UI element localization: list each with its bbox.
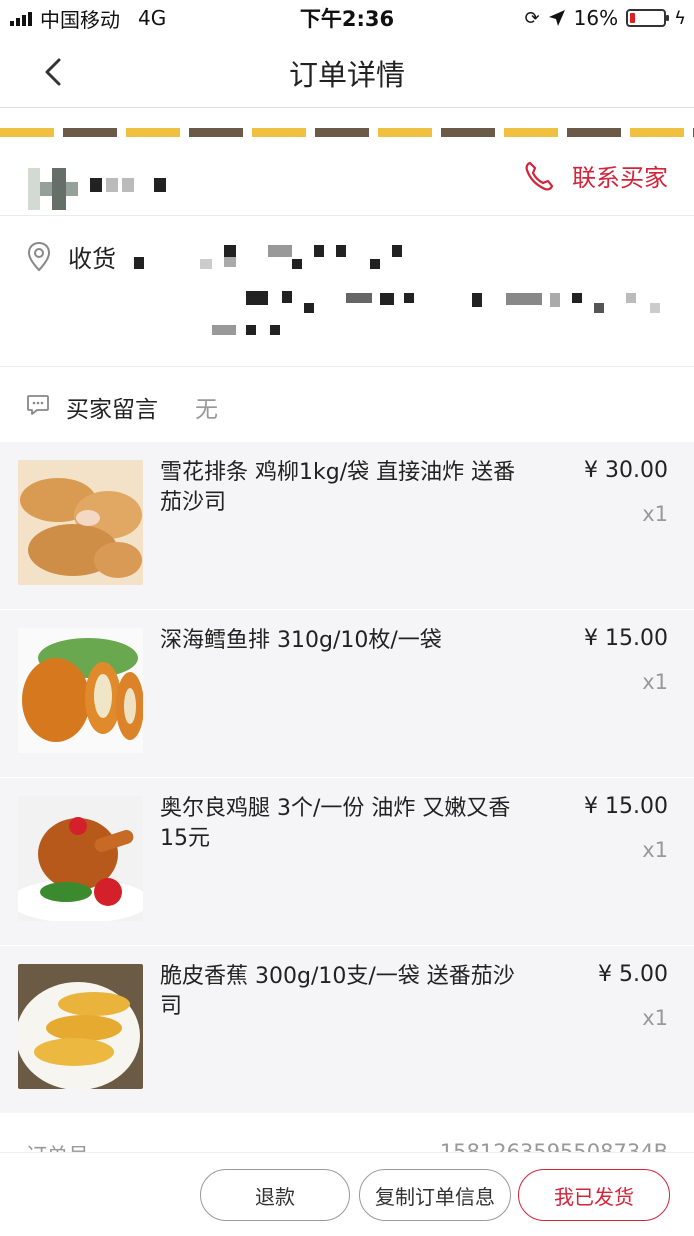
item-price: ¥ 15.00 — [584, 794, 668, 819]
buyer-note-row: 买家留言 无 — [0, 368, 694, 442]
address-redacted — [304, 303, 314, 313]
status-bar: 中国移动 4G 下午2:36 ⟳ 16% ϟ — [0, 0, 694, 36]
address-redacted — [404, 293, 414, 303]
address-redacted — [380, 293, 394, 305]
nav-bar: 订单详情 — [0, 36, 694, 108]
avatar — [28, 168, 78, 210]
fried-chicken-strips-image — [18, 460, 143, 585]
crispy-banana-image — [18, 964, 143, 1089]
address-redacted — [224, 245, 236, 257]
address-redacted — [282, 291, 292, 303]
message-icon — [27, 395, 49, 415]
battery-icon — [626, 9, 670, 27]
address-redacted — [392, 245, 402, 257]
address-redacted — [224, 257, 236, 267]
address-redacted — [626, 293, 636, 303]
contact-buyer-label: 联系买家 — [572, 164, 668, 192]
address-redacted — [270, 325, 280, 335]
location-arrow-icon — [548, 10, 565, 26]
address-redacted — [314, 245, 324, 257]
order-item[interactable]: 奥尔良鸡腿 3个/一份 油炸 又嫩又香 15元 ¥ 15.00 x1 — [0, 778, 694, 946]
address-redacted — [370, 259, 380, 269]
address-row: 收货 — [0, 217, 694, 367]
decorative-stripe — [0, 128, 694, 137]
item-quantity: x1 — [642, 1006, 668, 1030]
buyer-row: 联系买家 — [0, 138, 694, 216]
item-name: 奥尔良鸡腿 3个/一份 油炸 又嫩又香 15元 — [160, 796, 511, 851]
fish-cutlet-image — [18, 628, 143, 753]
address-redacted — [268, 245, 292, 257]
page-title: 订单详情 — [288, 58, 405, 92]
item-price: ¥ 30.00 — [584, 458, 668, 483]
address-redacted — [346, 293, 372, 303]
address-redacted — [292, 259, 302, 269]
item-quantity: x1 — [642, 670, 668, 694]
phone-icon — [525, 161, 554, 190]
item-name: 深海鳕鱼排 310g/10枚/一袋 — [160, 628, 442, 653]
order-item[interactable]: 脆皮香蕉 300g/10支/一袋 送番茄沙司 ¥ 5.00 x1 — [0, 946, 694, 1114]
address-label: 收货 — [68, 245, 116, 273]
copy-order-info-button[interactable]: 复制订单信息 — [359, 1169, 511, 1221]
bottom-action-bar: 退款 复制订单信息 我已发货 — [0, 1152, 694, 1236]
contact-buyer-button[interactable]: 联系买家 — [524, 158, 668, 193]
order-item[interactable]: 深海鳕鱼排 310g/10枚/一袋 ¥ 15.00 x1 — [0, 610, 694, 778]
buyer-name-redacted — [90, 178, 166, 192]
address-redacted — [550, 293, 560, 307]
buyer-note-label: 买家留言 — [66, 397, 158, 423]
item-price: ¥ 15.00 — [584, 626, 668, 651]
address-redacted — [594, 303, 604, 313]
address-redacted — [650, 303, 660, 313]
order-item-list: 雪花排条 鸡柳1kg/袋 直接油炸 送番茄沙司 ¥ 30.00 x1 深海鳕鱼排… — [0, 442, 694, 1114]
status-right: ⟳ 16% ϟ — [525, 6, 686, 30]
item-quantity: x1 — [642, 502, 668, 526]
address-redacted — [134, 257, 144, 269]
address-redacted — [246, 291, 268, 305]
battery-percent: 16% — [573, 6, 619, 30]
item-name: 脆皮香蕉 300g/10支/一袋 送番茄沙司 — [160, 964, 515, 1019]
charging-icon: ϟ — [674, 7, 686, 29]
item-name: 雪花排条 鸡柳1kg/袋 直接油炸 送番茄沙司 — [160, 460, 516, 515]
chicken-leg-image — [18, 796, 143, 921]
buyer-note-value: 无 — [195, 397, 218, 423]
address-redacted — [200, 259, 212, 269]
address-redacted — [246, 325, 256, 335]
order-item[interactable]: 雪花排条 鸡柳1kg/袋 直接油炸 送番茄沙司 ¥ 30.00 x1 — [0, 442, 694, 610]
address-redacted — [212, 325, 236, 335]
refund-button[interactable]: 退款 — [200, 1169, 350, 1221]
address-redacted — [506, 293, 542, 305]
address-redacted — [472, 293, 482, 307]
rotation-lock-icon: ⟳ — [524, 7, 540, 29]
item-price: ¥ 5.00 — [598, 962, 668, 987]
address-redacted — [572, 293, 582, 303]
location-pin-icon — [27, 241, 51, 272]
order-number-row: 订单号 1581263595508734B — [0, 1132, 694, 1154]
mark-shipped-button[interactable]: 我已发货 — [518, 1169, 670, 1221]
item-quantity: x1 — [642, 838, 668, 862]
address-redacted — [336, 245, 346, 257]
